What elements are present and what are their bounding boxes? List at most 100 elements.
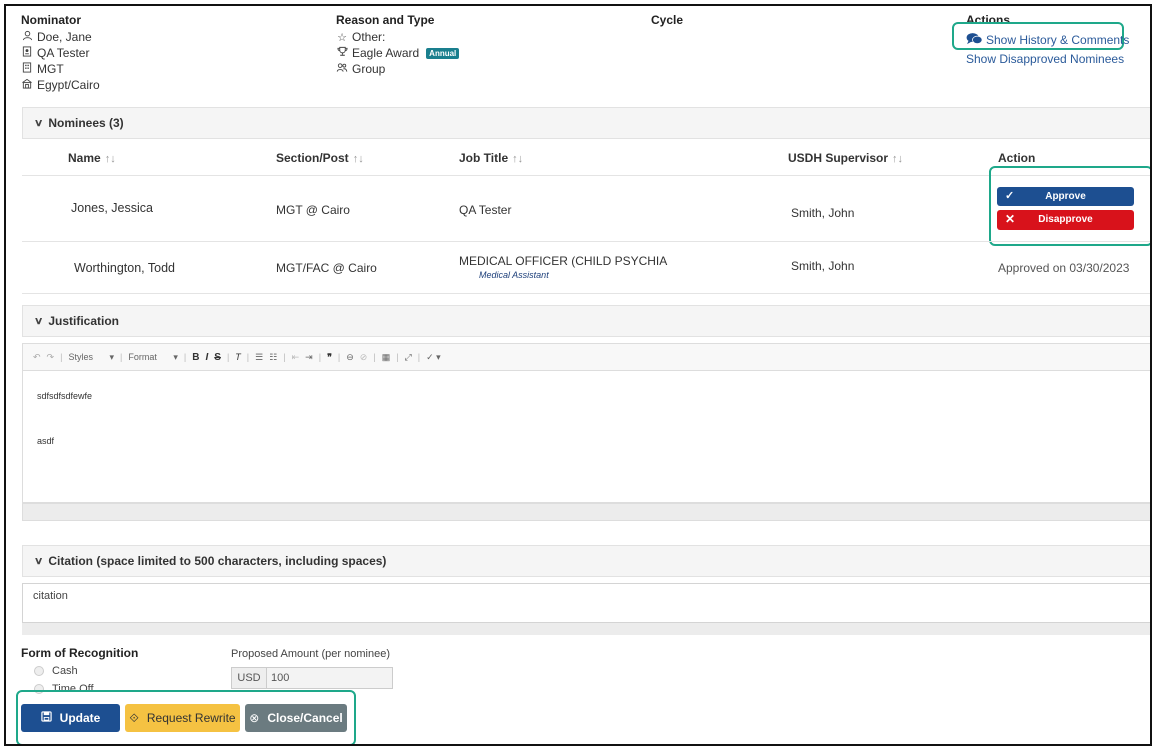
strikethrough-icon[interactable]: S: [214, 352, 221, 363]
group-icon: [336, 62, 348, 76]
nominee-name: Jones, Jessica: [71, 201, 153, 215]
section-col-label: Section/Post: [276, 151, 349, 165]
nominee-job-subtitle: Medical Assistant: [479, 270, 549, 280]
maximize-icon[interactable]: ⤢: [405, 352, 412, 363]
redo-icon[interactable]: ↷: [47, 352, 55, 363]
star-icon: ☆: [337, 31, 347, 44]
job-title-col-label: Job Title: [459, 151, 509, 165]
reason-text: Other:: [352, 30, 386, 44]
embassy-icon: [21, 78, 33, 92]
type-line: Group: [336, 61, 459, 77]
blockquote-icon[interactable]: ❞: [327, 352, 332, 363]
nomination-review-panel: Nominator Doe, Jane QA Tester MGT Egypt/…: [4, 4, 1152, 746]
undo-icon[interactable]: ↶: [33, 352, 41, 363]
radio-icon[interactable]: [34, 666, 44, 677]
justification-title: Justification: [48, 314, 120, 328]
nominee-job-title: MEDICAL OFFICER (CHILD PSYCHIA: [459, 254, 668, 268]
reason-line: ☆ Other:: [336, 29, 459, 45]
show-disapproved-link[interactable]: Show Disapproved Nominees: [966, 52, 1124, 66]
show-history-text[interactable]: Show History & Comments: [986, 33, 1129, 47]
italic-icon[interactable]: I: [205, 352, 208, 363]
column-header-name[interactable]: Name ↑↓: [68, 151, 116, 165]
nominator-post: Egypt/Cairo: [37, 78, 100, 92]
bullet-list-icon[interactable]: ☷: [269, 352, 277, 363]
diamond-icon: ⟐: [129, 710, 139, 725]
indent-icon[interactable]: ⇥: [305, 352, 313, 363]
chevron-down-icon: ∨: [33, 117, 44, 129]
building-icon: [21, 62, 33, 76]
sort-icon[interactable]: ↑↓: [353, 153, 364, 165]
sort-icon[interactable]: ↑↓: [512, 153, 523, 165]
nominator-post-line: Egypt/Cairo: [21, 77, 100, 93]
award-name: Eagle Award: [352, 46, 420, 60]
request-rewrite-button[interactable]: ⟐ Request Rewrite: [125, 704, 240, 732]
row-divider: [22, 293, 1150, 294]
nominator-name: Doe, Jane: [37, 30, 92, 44]
chevron-down-icon: ∨: [33, 315, 44, 327]
format-dropdown[interactable]: Format ▾: [128, 352, 178, 363]
currency-addon: USD: [232, 668, 267, 688]
comments-icon: [966, 32, 983, 48]
editor-paragraph: sdfsdfsdfewfe: [37, 391, 93, 401]
action-buttons-highlight: [989, 166, 1150, 246]
form-of-recognition-label: Form of Recognition: [21, 646, 139, 660]
sort-icon[interactable]: ↑↓: [892, 153, 903, 165]
citation-footer: [22, 623, 1150, 635]
column-header-action: Action: [998, 151, 1036, 165]
award-line: Eagle Award Annual: [336, 45, 460, 61]
reason-type-info: ☆ Other: Eagle Award Annual Group: [336, 29, 460, 77]
cash-radio[interactable]: Cash: [34, 665, 78, 677]
citation-title: Citation (space limited to 500 character…: [48, 554, 387, 568]
nominee-job-title: QA Tester: [459, 203, 512, 217]
nominees-header[interactable]: ∨ Nominees (3): [22, 107, 1150, 139]
justification-header[interactable]: ∨ Justification: [22, 305, 1150, 337]
editor-statusbar: [22, 503, 1150, 521]
proposed-amount-label: Proposed Amount (per nominee): [231, 648, 390, 660]
sort-icon[interactable]: ↑↓: [105, 153, 116, 165]
nominee-section: MGT/FAC @ Cairo: [276, 261, 377, 275]
show-history-link[interactable]: Show History & Comments: [966, 32, 1129, 48]
disapprove-button[interactable]: ✕ Disapprove: [997, 210, 1134, 230]
citation-textarea[interactable]: citation: [22, 583, 1150, 623]
citation-header[interactable]: ∨ Citation (space limited to 500 charact…: [22, 545, 1150, 577]
nomination-type: Group: [352, 62, 386, 76]
clear-format-icon[interactable]: T: [235, 352, 241, 362]
nominator-label: Nominator: [21, 13, 81, 27]
column-header-section[interactable]: Section/Post ↑↓: [276, 151, 364, 165]
cash-label: Cash: [52, 665, 78, 677]
supervisor-col-label: USDH Supervisor: [788, 151, 889, 165]
nominator-section: MGT: [37, 62, 64, 76]
approve-button[interactable]: ✓ Approve: [997, 187, 1134, 206]
row-divider: [22, 175, 1150, 176]
nominee-supervisor: Smith, John: [791, 206, 855, 220]
close-cancel-button[interactable]: ⊗ Close/Cancel: [245, 704, 347, 732]
row-divider: [22, 241, 1150, 242]
table-icon[interactable]: ▦: [382, 352, 391, 363]
styles-label: Styles: [68, 351, 93, 362]
nominator-info: Doe, Jane QA Tester MGT Egypt/Cairo: [21, 29, 100, 93]
close-cancel-label: Close/Cancel: [267, 711, 343, 725]
unlink-icon[interactable]: ⊘: [360, 352, 368, 363]
spellcheck-icon[interactable]: ✓ ▾: [426, 352, 441, 363]
id-badge-icon: [21, 46, 33, 60]
link-icon[interactable]: ⊖: [346, 352, 354, 363]
annual-badge: Annual: [426, 47, 460, 59]
column-header-supervisor[interactable]: USDH Supervisor ↑↓: [788, 151, 903, 165]
justification-editor[interactable]: sdfsdfsdfewfe asdf: [22, 371, 1150, 503]
column-header-job-title[interactable]: Job Title ↑↓: [459, 151, 523, 165]
nominator-job-title: QA Tester: [37, 46, 90, 60]
nominator-section-line: MGT: [21, 61, 100, 77]
name-col-label: Name: [68, 151, 101, 165]
outdent-icon[interactable]: ⇤: [292, 352, 300, 363]
amount-input[interactable]: 100: [267, 668, 392, 688]
reason-type-label: Reason and Type: [336, 13, 435, 27]
nominee-name: Worthington, Todd: [74, 261, 175, 275]
styles-dropdown[interactable]: Styles ▾: [68, 352, 114, 363]
editor-paragraph: asdf: [37, 436, 55, 446]
nominees-title: Nominees (3): [48, 116, 124, 130]
update-button[interactable]: Update: [21, 704, 120, 732]
bold-icon[interactable]: B: [192, 352, 199, 363]
circle-x-icon: ⊗: [249, 711, 260, 725]
numbered-list-icon[interactable]: ☰: [255, 352, 263, 363]
nominee-supervisor: Smith, John: [791, 259, 855, 273]
